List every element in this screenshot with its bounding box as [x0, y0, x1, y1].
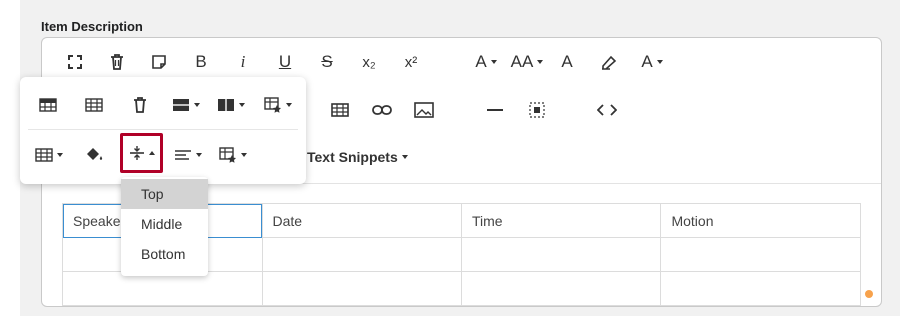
- cell-icon[interactable]: [31, 140, 67, 170]
- subscript-icon[interactable]: x₂: [354, 47, 384, 77]
- vertical-align-icon: [129, 146, 144, 160]
- table-cell-date[interactable]: Date: [261, 203, 462, 238]
- table-cell[interactable]: [660, 237, 861, 272]
- horizontal-align-icon[interactable]: [170, 140, 206, 170]
- table-cell[interactable]: [62, 271, 263, 306]
- table-style-icon[interactable]: [260, 90, 296, 120]
- fullscreen-icon[interactable]: [60, 47, 90, 77]
- text-case-icon[interactable]: AA: [507, 47, 547, 77]
- table-footer-icon[interactable]: [79, 90, 109, 120]
- cell-background-icon[interactable]: [79, 140, 109, 170]
- italic-icon[interactable]: i: [228, 47, 258, 77]
- chevron-down-icon: [401, 155, 408, 159]
- bold-icon[interactable]: B: [186, 47, 216, 77]
- vertical-align-button[interactable]: [120, 133, 163, 173]
- text-snippets-menu[interactable]: Text Snippets: [307, 149, 408, 165]
- vertical-align-option-top[interactable]: Top: [121, 179, 208, 209]
- strikethrough-icon[interactable]: S: [312, 47, 342, 77]
- vertical-align-dropdown: Top Middle Bottom: [121, 177, 208, 276]
- text-snippets-label: Text Snippets: [307, 149, 398, 165]
- popup-divider: [28, 129, 298, 130]
- text-color-icon[interactable]: A: [552, 47, 582, 77]
- table-cell[interactable]: [460, 271, 662, 306]
- table-cell[interactable]: [660, 271, 861, 306]
- table-icon[interactable]: [325, 95, 355, 125]
- superscript-icon[interactable]: x²: [396, 47, 426, 77]
- chevron-up-icon: [148, 151, 155, 155]
- delete-table-icon[interactable]: [125, 90, 155, 120]
- select-all-icon[interactable]: [522, 95, 552, 125]
- horizontal-line-icon[interactable]: [480, 95, 510, 125]
- note-icon[interactable]: [144, 47, 174, 77]
- table-columns-icon[interactable]: [213, 90, 249, 120]
- cell-style-icon[interactable]: [215, 140, 251, 170]
- table-cell[interactable]: [460, 237, 662, 272]
- delete-icon[interactable]: [102, 47, 132, 77]
- link-icon[interactable]: [367, 95, 397, 125]
- table-cell[interactable]: [261, 271, 462, 306]
- table-rows-icon[interactable]: [168, 90, 204, 120]
- table-header-icon[interactable]: [33, 90, 63, 120]
- table-row: [62, 271, 861, 306]
- image-icon[interactable]: [409, 95, 439, 125]
- text-style-icon[interactable]: A: [634, 47, 670, 77]
- underline-icon[interactable]: U: [270, 47, 300, 77]
- field-label: Item Description: [41, 19, 143, 34]
- font-size-icon[interactable]: A: [468, 47, 504, 77]
- table-cell[interactable]: [261, 237, 462, 272]
- status-dot: [865, 290, 873, 298]
- code-view-icon[interactable]: [592, 95, 622, 125]
- table-cell-motion[interactable]: Motion: [660, 203, 861, 238]
- table-cell-time[interactable]: Time: [460, 203, 662, 238]
- vertical-align-option-bottom[interactable]: Bottom: [121, 239, 208, 269]
- vertical-align-option-middle[interactable]: Middle: [121, 209, 208, 239]
- highlight-icon[interactable]: [594, 47, 624, 77]
